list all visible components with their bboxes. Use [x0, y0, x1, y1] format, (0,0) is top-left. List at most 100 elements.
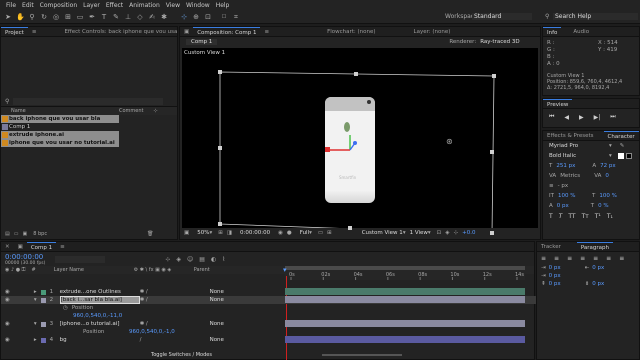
- transform-handle[interactable]: [354, 72, 358, 76]
- menu-layer[interactable]: Layer: [83, 2, 100, 9]
- tab-flowchart[interactable]: Flowchart: (none): [323, 27, 379, 37]
- label-color-swatch[interactable]: [40, 337, 46, 343]
- property-row[interactable]: Position 960,0,540,0,-1,0: [1, 328, 536, 336]
- subscript-toggle[interactable]: T₁: [607, 213, 613, 220]
- parent-select[interactable]: None: [210, 321, 224, 327]
- current-time[interactable]: 0:00:00:00: [240, 230, 270, 236]
- region-icon[interactable]: ▭: [318, 230, 323, 236]
- close-tab-icon[interactable]: ✕: [1, 242, 14, 252]
- small-caps-toggle[interactable]: Tт: [582, 213, 589, 220]
- menu-file[interactable]: File: [6, 2, 16, 9]
- menu-help[interactable]: Help: [216, 2, 230, 9]
- layer-switches[interactable]: ✱ /: [140, 297, 210, 303]
- justify-right-icon[interactable]: ≡: [606, 255, 611, 262]
- dropdown-icon[interactable]: ▾: [309, 230, 312, 236]
- timeline-layer-row[interactable]: ◉ ▸ 1 extrude...one Outlines ✱ / None: [1, 288, 536, 296]
- menu-window[interactable]: Window: [186, 2, 210, 9]
- indent-first-value[interactable]: 0 px: [549, 273, 561, 279]
- justify-center-icon[interactable]: ≡: [593, 255, 598, 262]
- pan-behind-tool-icon[interactable]: ⊞: [64, 13, 72, 21]
- align-center-icon[interactable]: ≡: [554, 255, 559, 262]
- layer-switches[interactable]: /: [140, 337, 210, 343]
- font-family-select[interactable]: Myriad Pro: [549, 143, 609, 149]
- dropdown-icon[interactable]: ▾: [428, 230, 431, 236]
- axis-local-icon[interactable]: ⊹: [180, 13, 188, 21]
- layer-duration-bar[interactable]: [285, 288, 525, 295]
- pen-tool-icon[interactable]: ✒: [88, 13, 96, 21]
- axis-world-icon[interactable]: ⊕: [192, 13, 200, 21]
- playhead-icon[interactable]: ▾: [283, 266, 287, 274]
- expand-arrow-icon[interactable]: ▸: [34, 289, 37, 295]
- superscript-toggle[interactable]: T¹: [595, 213, 601, 220]
- layer-duration-bar[interactable]: [285, 320, 525, 327]
- roto-tool-icon[interactable]: ✍: [148, 13, 156, 21]
- list-item[interactable]: iphone que vou usar no tutorial.ai: [1, 139, 119, 147]
- leading-value[interactable]: 72 px: [600, 163, 616, 169]
- parent-select[interactable]: None: [210, 297, 224, 303]
- expand-arrow-icon[interactable]: ▸: [34, 337, 37, 343]
- mask-icon[interactable]: ◨: [227, 230, 232, 236]
- visibility-icon[interactable]: ◉: [5, 321, 10, 327]
- list-item[interactable]: back iphone que vou usar bla bla..ai: [1, 115, 119, 130]
- label-color-swatch[interactable]: [40, 297, 46, 303]
- puppet-tool-icon[interactable]: ✱: [160, 13, 168, 21]
- workspace-select[interactable]: Standard: [472, 13, 532, 20]
- tab-effects-presets[interactable]: Effects & Presets: [543, 131, 598, 141]
- comp-button[interactable]: Comp 1: [186, 39, 218, 45]
- snapping-checkbox[interactable]: ☐: [220, 13, 228, 21]
- view-layout-select[interactable]: 1 View: [410, 230, 428, 236]
- prev-frame-icon[interactable]: ◀: [564, 114, 569, 121]
- layer-switches[interactable]: ✱ /: [140, 321, 210, 327]
- zoom-select[interactable]: 50%: [197, 230, 209, 236]
- 3d-axis-gizmo[interactable]: [325, 133, 365, 163]
- align-right-icon[interactable]: ≡: [567, 255, 572, 262]
- quality-select[interactable]: Full: [300, 230, 309, 236]
- rotate-tool-icon[interactable]: ↻: [40, 13, 48, 21]
- stroke-color-swatch[interactable]: [625, 153, 632, 159]
- tab-character[interactable]: Character: [603, 130, 639, 141]
- position-value[interactable]: 960,0,540,0,-1,0: [129, 329, 175, 335]
- draft-3d-icon[interactable]: ◈: [176, 256, 181, 263]
- justify-left-icon[interactable]: ≡: [580, 255, 585, 262]
- tab-timeline-comp[interactable]: Comp 1: [26, 241, 57, 252]
- dropdown-icon[interactable]: ▾: [403, 230, 406, 236]
- dropdown-icon[interactable]: ▾: [609, 143, 612, 149]
- col-layer-name[interactable]: Layer Name: [54, 267, 134, 273]
- list-item[interactable]: Comp 1: [1, 123, 177, 131]
- layer-duration-bar[interactable]: [285, 296, 525, 303]
- project-search-input[interactable]: [13, 98, 164, 105]
- timeline-layer-row[interactable]: ◉ ▾ 2 [back i...sar bla bla.ai] ✱ / None: [1, 296, 536, 304]
- render-queue-icon[interactable]: ▣: [14, 242, 27, 252]
- tab-project[interactable]: Project: [1, 26, 28, 37]
- eraser-tool-icon[interactable]: ◇: [136, 13, 144, 21]
- zoom-slider[interactable]: [321, 354, 402, 356]
- safe-areas-icon[interactable]: ⊞: [218, 230, 223, 236]
- tab-info[interactable]: Info: [543, 26, 562, 37]
- tab-menu-icon[interactable]: ≡: [260, 27, 273, 37]
- layer-switches[interactable]: ✱ /: [140, 289, 210, 295]
- search-icon[interactable]: ⚲: [545, 13, 549, 20]
- expand-arrow-icon[interactable]: ▾: [34, 297, 37, 303]
- graph-editor-icon[interactable]: ⌇: [222, 256, 225, 263]
- bold-toggle[interactable]: T: [549, 213, 553, 220]
- timeline-layer-row[interactable]: ◉ ▸ 4 bg / None: [1, 336, 536, 344]
- snapshot-icon[interactable]: ◉: [278, 230, 283, 236]
- property-row[interactable]: ◷ Position: [1, 304, 536, 312]
- transparency-grid-icon[interactable]: ⊞: [327, 230, 332, 236]
- snapping-icon[interactable]: ⌗: [232, 13, 240, 21]
- font-size-value[interactable]: 251 px: [556, 163, 592, 169]
- shy-icon[interactable]: ☺: [187, 256, 193, 263]
- layer-duration-bar[interactable]: [285, 336, 525, 343]
- parent-select[interactable]: None: [210, 337, 224, 343]
- col-name[interactable]: Name: [11, 108, 119, 114]
- hierarchy-icon[interactable]: ⊹: [154, 108, 158, 114]
- transform-handle[interactable]: [218, 70, 222, 74]
- dropdown-icon[interactable]: ▾: [609, 153, 612, 159]
- composition-viewer[interactable]: Custom View 1 Smartfin ⊛: [182, 48, 538, 235]
- frame-blending-icon[interactable]: ▤: [199, 256, 205, 263]
- transform-handle[interactable]: [218, 222, 222, 226]
- transform-handle[interactable]: [490, 150, 494, 154]
- tsume-value[interactable]: 0 %: [598, 203, 608, 209]
- timeline-search-input[interactable]: [55, 255, 106, 263]
- position-value[interactable]: 960,0,540,0,-11,0: [73, 313, 122, 319]
